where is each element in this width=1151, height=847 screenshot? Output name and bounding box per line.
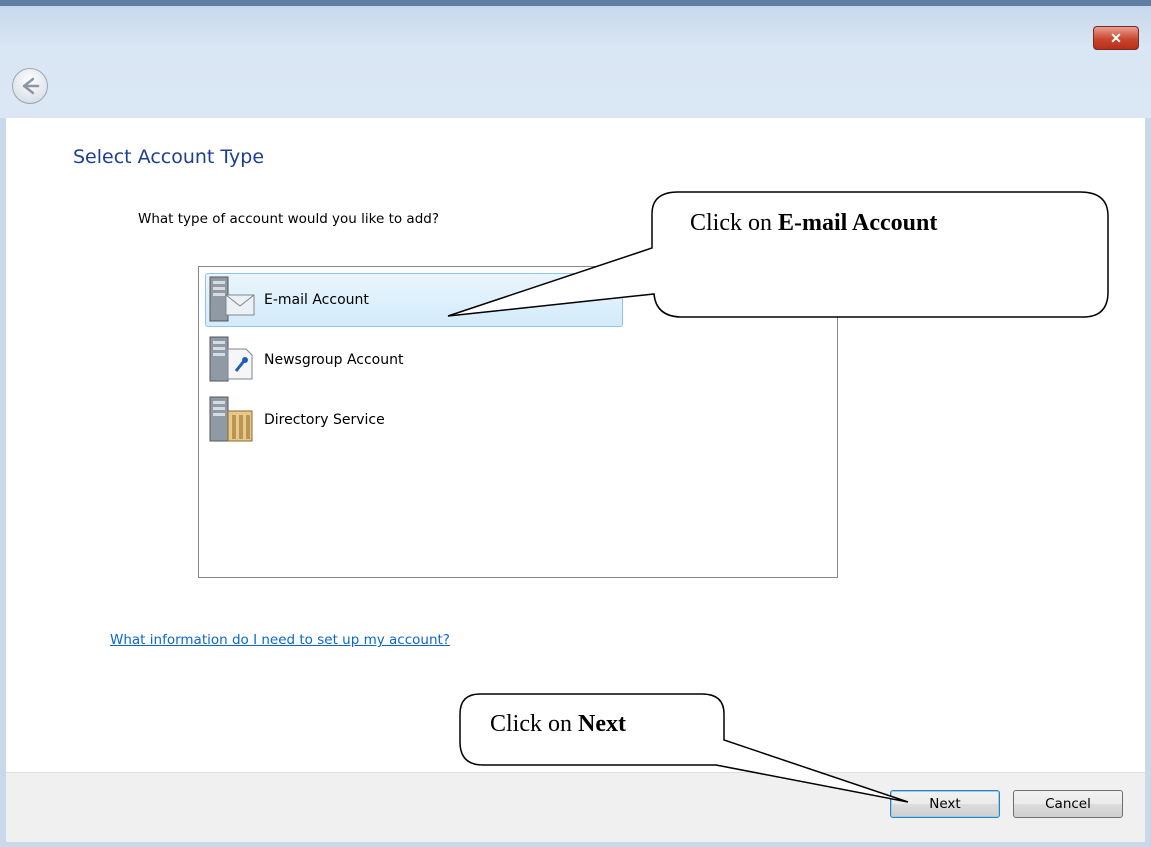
window-right-border [1145,118,1151,847]
account-type-question: What type of account would you like to a… [138,211,440,227]
list-item-newsgroup-account[interactable]: Newsgroup Account [205,333,623,387]
window-top-edge [0,0,1151,6]
window-title-bar [0,0,1151,118]
directory-server-icon [208,395,256,445]
back-button[interactable] [12,68,48,104]
account-setup-help-link[interactable]: What information do I need to set up my … [110,632,450,648]
next-callout-prefix: Click on [490,711,578,737]
list-item-label: Directory Service [264,412,385,428]
cancel-button[interactable]: Cancel [1013,790,1123,818]
email-server-icon [208,275,256,325]
list-item-label: E-mail Account [264,292,369,308]
next-button[interactable]: Next [890,790,1000,818]
email-callout-prefix: Click on [690,210,778,236]
back-arrow-icon [22,77,40,95]
next-callout-bold: Next [578,711,626,737]
list-item-email-account[interactable]: E-mail Account [205,273,623,327]
page-title: Select Account Type [73,146,265,168]
email-callout-text: Click on E-mail Account [690,210,937,237]
list-item-label: Newsgroup Account [264,352,404,368]
newsgroup-server-icon [208,335,256,385]
email-callout-bold: E-mail Account [778,210,938,236]
next-callout-text: Click on Next [490,711,626,738]
account-type-list[interactable]: E-mail Account Newsgroup Account Directo… [198,266,838,578]
list-item-directory-service[interactable]: Directory Service [205,393,623,447]
close-button[interactable]: ✕ [1093,26,1139,50]
close-icon: ✕ [1110,29,1122,46]
